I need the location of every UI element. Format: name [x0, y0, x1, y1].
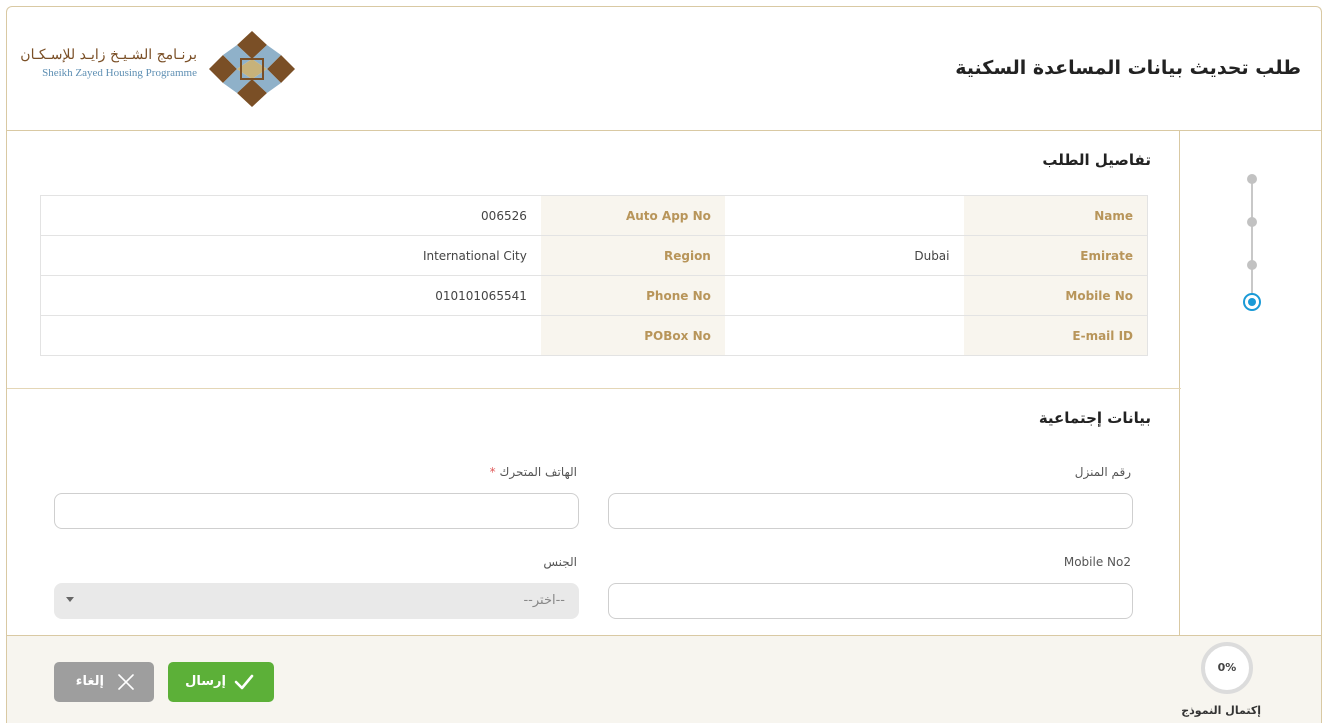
form-window: برنـامج الشـيـخ زايـد للإسـكـان Sheikh Z…	[6, 6, 1322, 723]
chevron-down-icon	[66, 597, 74, 602]
mobile-phone-input[interactable]	[54, 493, 579, 529]
mobile-phone-label: الهاتف المتحرك *	[490, 465, 577, 479]
region-value: International City	[40, 235, 541, 276]
form-footer: 0% إكتمال النموذج إرسال إلغاء	[7, 635, 1321, 723]
mobile-no-label: Mobile No	[963, 275, 1148, 316]
email-label: E-mail ID	[963, 315, 1148, 356]
details-table: 006526 Auto App No Name International Ci…	[40, 195, 1148, 356]
gender-selected-value: --اختر--	[523, 593, 565, 608]
mobile-phone-label-text: الهاتف المتحرك	[499, 465, 577, 479]
logo-emblem-icon	[209, 31, 295, 107]
section-title-details: تفاصيل الطلب	[1042, 151, 1151, 169]
mobile-no2-label: Mobile No2	[1063, 555, 1131, 569]
pobox-no-label: POBox No	[540, 315, 725, 356]
page-header: برنـامج الشـيـخ زايـد للإسـكـان Sheikh Z…	[7, 7, 1321, 131]
auto-app-no-value: 006526	[481, 208, 527, 223]
checkmark-icon	[234, 674, 254, 690]
table-row: International City Region Dubai Emirate	[40, 235, 1148, 276]
form-stepper	[1179, 131, 1321, 636]
table-row: POBox No E-mail ID	[40, 315, 1148, 356]
gender-label: الجنس	[543, 555, 577, 569]
section-title-social: بيانات إجتماعية	[1038, 409, 1151, 427]
name-label: Name	[963, 195, 1148, 236]
emirate-value: Dubai	[724, 235, 964, 276]
completion-progress-ring: 0%	[1201, 642, 1253, 694]
gender-select[interactable]: --اختر--	[54, 583, 579, 619]
region-label: Region	[540, 235, 725, 276]
cancel-button-label: إلغاء	[75, 674, 104, 689]
page-title: طلب تحديث بيانات المساعدة السكنية	[955, 57, 1301, 79]
house-no-input[interactable]	[608, 493, 1133, 529]
close-icon	[118, 674, 134, 690]
table-row: 006526 Auto App No Name	[41, 195, 1148, 236]
submit-button-label: إرسال	[185, 674, 226, 689]
step-2-dot[interactable]	[1247, 217, 1257, 227]
submit-button[interactable]: إرسال	[168, 662, 274, 702]
step-4-active-dot[interactable]	[1243, 293, 1261, 311]
pobox-no-value	[40, 315, 541, 356]
phone-no-label: Phone No	[540, 275, 725, 316]
step-1-dot[interactable]	[1247, 174, 1257, 184]
auto-app-no-label: Auto App No	[540, 195, 725, 236]
name-value	[725, 196, 964, 236]
section-divider	[7, 388, 1181, 389]
email-value	[724, 315, 964, 356]
completion-label: إكتمال النموذج	[1181, 704, 1261, 717]
house-no-label: رقم المنزل	[1074, 465, 1131, 479]
phone-no-value: 010101065541	[40, 275, 541, 316]
sheikh-zayed-logo: برنـامج الشـيـخ زايـد للإسـكـان Sheikh Z…	[17, 29, 297, 109]
mobile-no2-input[interactable]	[608, 583, 1133, 619]
stepper-line	[1251, 179, 1253, 299]
logo-english-text: Sheikh Zayed Housing Programme	[42, 67, 197, 79]
table-row: 010101065541 Phone No Mobile No	[40, 275, 1148, 316]
step-3-dot[interactable]	[1247, 260, 1257, 270]
required-marker: *	[489, 465, 496, 479]
mobile-no-value	[724, 275, 964, 316]
cancel-button[interactable]: إلغاء	[54, 662, 154, 702]
emirate-label: Emirate	[963, 235, 1148, 276]
logo-arabic-text: برنـامج الشـيـخ زايـد للإسـكـان	[20, 47, 197, 63]
